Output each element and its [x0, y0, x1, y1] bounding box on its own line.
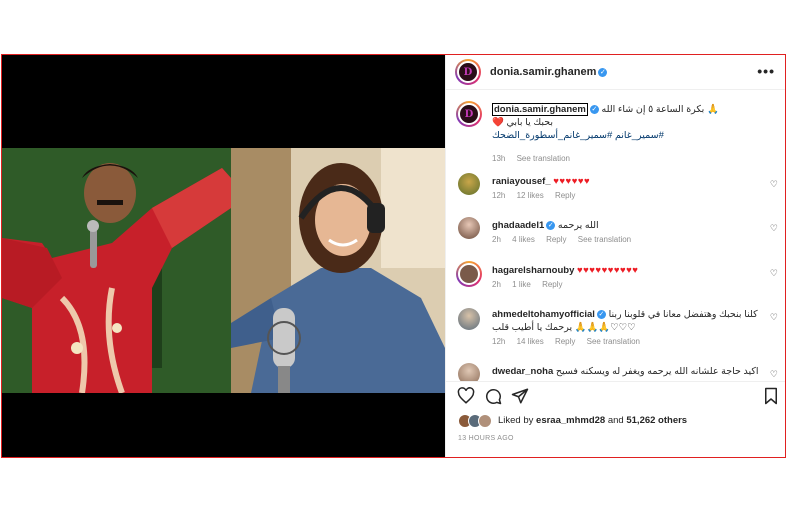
comment-username[interactable]: dwedar_noha	[492, 366, 553, 377]
caption-time: 13h	[492, 154, 506, 163]
comment-username[interactable]: ghadaadel1	[492, 220, 544, 231]
comment-time: 12h	[492, 191, 506, 200]
post-frame: D donia.samir.ghanem ✓ ••• D donia.samir.…	[1, 54, 786, 458]
comment-likes[interactable]: 14 likes	[517, 337, 544, 346]
caption-text: donia.samir.ghanem ✓ بكرة الساعة ٥ إن شاء…	[492, 103, 765, 142]
post-media[interactable]	[2, 55, 445, 457]
post-side-panel: D donia.samir.ghanem ✓ ••• D donia.samir.…	[445, 55, 785, 457]
like-comment-heart-icon[interactable]: ♡	[770, 268, 778, 279]
verified-icon: ✓	[589, 104, 599, 114]
share-icon[interactable]	[511, 387, 529, 405]
comment-time: 2h	[492, 235, 501, 244]
header-username-wrap: donia.samir.ghanem ✓	[490, 66, 608, 78]
like-comment-heart-icon[interactable]: ♡	[770, 369, 778, 380]
comment-meta: 12h 14 likes Reply See translation	[492, 337, 649, 346]
verified-icon: ✓	[546, 220, 556, 230]
like-comment-heart-icon[interactable]: ♡	[770, 312, 778, 323]
comment-username[interactable]: hagarelsharnouby	[492, 265, 574, 276]
caption-hashtags[interactable]: #سمير_غانم #سمير_غانم_أسطورة_الضحك	[492, 129, 765, 142]
comment-row: ghadaadel1 ✓ الله يرحمه 2h 4 likes Reply …	[446, 215, 785, 255]
comment-time: 12h	[492, 337, 506, 346]
like-comment-heart-icon[interactable]: ♡	[770, 223, 778, 234]
comment-body: الله يرحمه	[557, 220, 599, 231]
comment-username[interactable]: raniayousef_	[492, 176, 551, 187]
comment-body: ♥♥♥♥♥♥	[553, 176, 591, 187]
comment-row: dwedar_noha اكيد حاجة علشانه الله يرحمه …	[446, 361, 785, 381]
caption-avatar[interactable]: D	[456, 101, 482, 127]
avatar[interactable]: D	[455, 59, 481, 85]
commenter-avatar[interactable]	[458, 308, 480, 330]
post-actions: Liked by esraa_mhmd28 and 51,262 others …	[446, 381, 785, 457]
comment-likes[interactable]: 4 likes	[512, 235, 535, 244]
photo-right-singer	[231, 148, 445, 393]
post-header: D donia.samir.ghanem ✓ •••	[446, 55, 785, 90]
reply-button[interactable]: Reply	[555, 337, 575, 346]
comment-text: ghadaadel1 ✓ الله يرحمه	[492, 219, 765, 232]
caption-line2: بحبك يا بابي ❤️	[492, 117, 554, 128]
reply-button[interactable]: Reply	[542, 280, 562, 289]
caption-meta: 13h See translation	[492, 154, 579, 163]
see-translation-link[interactable]: See translation	[517, 154, 570, 163]
comment-row: raniayousef_ ♥♥♥♥♥♥ 12h 12 likes Reply ♡	[446, 171, 785, 211]
comment-text: hagarelsharnouby ♥♥♥♥♥♥♥♥♥♥	[492, 264, 765, 277]
post-timestamp: 13 HOURS AGO	[458, 435, 514, 442]
verified-icon: ✓	[598, 67, 608, 77]
commenter-avatar[interactable]	[458, 173, 480, 195]
reply-button[interactable]: Reply	[546, 235, 566, 244]
comment-text: raniayousef_ ♥♥♥♥♥♥	[492, 175, 765, 188]
see-translation-link[interactable]: See translation	[578, 235, 631, 244]
commenter-avatar[interactable]	[458, 217, 480, 239]
comments-list[interactable]: D donia.samir.ghanem ✓ بكرة الساعة ٥ إن ش…	[446, 91, 785, 381]
reply-button[interactable]: Reply	[555, 191, 575, 200]
comment-body: اكيد حاجة علشانه الله يرحمه ويغفر له ويس…	[555, 366, 759, 377]
comment-text: ahmedeltohamyofficial ✓ كلنا بنحبك وهتفضل…	[492, 308, 765, 334]
comment-row: ahmedeltohamyofficial ✓ كلنا بنحبك وهتفضل…	[446, 304, 785, 356]
likes-summary: Liked by esraa_mhmd28 and 51,262 others	[498, 415, 687, 426]
liker-username[interactable]: esraa_mhmd28	[536, 415, 605, 426]
liker-avatar	[478, 414, 492, 428]
heart-icon[interactable]	[457, 387, 475, 405]
likes-count[interactable]: 51,262 others	[626, 415, 687, 426]
comment-meta: 12h 12 likes Reply	[492, 191, 584, 200]
more-icon[interactable]: •••	[757, 63, 775, 79]
comment-time: 2h	[492, 280, 501, 289]
comment-username[interactable]: ahmedeltohamyofficial	[492, 309, 595, 320]
comment-icon[interactable]	[484, 387, 502, 405]
like-comment-heart-icon[interactable]: ♡	[770, 179, 778, 190]
caption-row: D donia.samir.ghanem ✓ بكرة الساعة ٥ إن ش…	[446, 99, 785, 163]
comment-likes[interactable]: 1 like	[512, 280, 531, 289]
comment-meta: 2h 4 likes Reply See translation	[492, 235, 640, 244]
verified-icon: ✓	[596, 309, 606, 319]
caption-username[interactable]: donia.samir.ghanem	[492, 103, 588, 116]
comment-text: dwedar_noha اكيد حاجة علشانه الله يرحمه …	[492, 365, 765, 378]
comment-body: ♥♥♥♥♥♥♥♥♥♥	[577, 265, 639, 276]
commenter-avatar[interactable]	[458, 363, 480, 381]
header-username[interactable]: donia.samir.ghanem	[490, 66, 596, 78]
save-icon[interactable]	[762, 387, 780, 405]
comment-row: hagarelsharnouby ♥♥♥♥♥♥♥♥♥♥ 2h 1 like Re…	[446, 260, 785, 300]
photo-left-singer	[2, 148, 231, 393]
caption-line1: بكرة الساعة ٥ إن شاء الله 🙏	[601, 104, 719, 115]
likes-prefix: Liked by	[498, 415, 534, 426]
likes-and: and	[607, 415, 624, 426]
commenter-avatar[interactable]	[456, 261, 482, 287]
comment-meta: 2h 1 like Reply	[492, 280, 572, 289]
see-translation-link[interactable]: See translation	[587, 337, 640, 346]
comment-likes[interactable]: 12 likes	[517, 191, 544, 200]
